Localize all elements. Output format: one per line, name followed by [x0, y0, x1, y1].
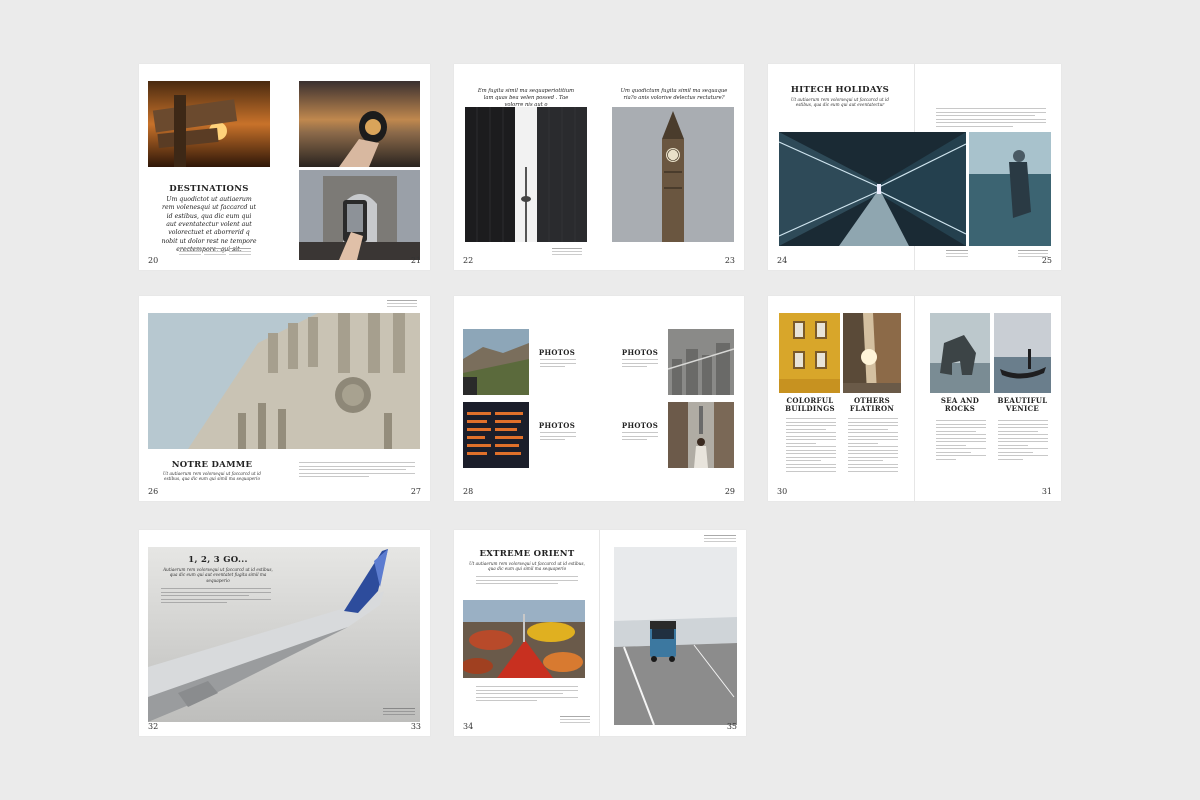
page-number: 30	[777, 487, 788, 496]
photo-signpost-sunset	[148, 81, 270, 167]
spread-lead: Um quodictot ut autiaerum rem volenesqui…	[161, 196, 257, 254]
spread-28-29[interactable]: PHOTOS PHOTOS PHOTOS PHOTOS 28 29	[454, 296, 744, 501]
caption	[204, 248, 226, 255]
photo-futuristic-walkway	[779, 132, 966, 246]
pull-quote: Em fugita simil ma sequaperiotitium lam …	[477, 88, 575, 109]
page-fold	[599, 530, 600, 736]
photo-arc-de-triomphe	[299, 170, 420, 260]
page-number: 35	[726, 722, 737, 731]
spread-subtitle: Ut autiaerum rem volorsequi ut faccarcd …	[469, 561, 585, 572]
page-number: 23	[724, 256, 735, 265]
spread-title: DESTINATIONS	[169, 184, 249, 194]
body-text	[540, 432, 576, 443]
body-text	[161, 588, 271, 606]
caption	[179, 248, 201, 255]
caption	[704, 535, 736, 542]
caption	[946, 250, 968, 257]
photo-venice-gondola	[994, 313, 1051, 393]
spread-title: 1, 2, 3 GO...	[188, 555, 248, 565]
spread-26-27[interactable]: NOTRE DAMME Ut autiaerum rem volorsequi …	[139, 296, 430, 501]
column-heading: OTHERS FLATIRON	[849, 396, 895, 414]
photo-departure-board	[463, 402, 529, 468]
spread-34-35[interactable]: EXTREME ORIENT Ut autiaerum rem volorseq…	[454, 530, 746, 736]
photo-sea-rocks	[930, 313, 990, 393]
photo-skyscrapers-cn-tower	[465, 107, 587, 242]
caption	[387, 300, 417, 307]
body-text	[998, 420, 1048, 462]
photo-train-mountains	[463, 329, 529, 395]
page-number: 29	[724, 487, 735, 496]
page-number: 34	[463, 722, 474, 731]
column-heading: COLORFUL BUILDINGS	[785, 396, 835, 414]
caption	[552, 248, 582, 255]
photo-flatiron	[843, 313, 901, 393]
spread-30-31[interactable]: COLORFUL BUILDINGS OTHERS FLATIRON SEA A…	[768, 296, 1061, 501]
body-text	[936, 420, 986, 462]
body-text	[936, 108, 1046, 129]
page-number: 26	[148, 487, 159, 496]
body-text	[476, 576, 578, 587]
photo-big-ben	[612, 107, 734, 242]
column-heading: SEA AND ROCKS	[940, 396, 980, 414]
photo-city-aerial	[668, 329, 734, 395]
spread-title: HITECH HOLIDAYS	[790, 85, 890, 95]
spread-title: EXTREME ORIENT	[479, 549, 575, 559]
caption	[560, 716, 590, 723]
page-fold	[914, 296, 915, 501]
photo-blurred-traveler	[969, 132, 1051, 246]
page-number: 31	[1041, 487, 1052, 496]
page-number: 28	[463, 487, 474, 496]
photo-blue-truck-road	[614, 547, 737, 725]
section-heading: PHOTOS	[621, 421, 659, 430]
body-text	[540, 359, 576, 370]
photo-street-person	[668, 402, 734, 468]
section-heading: PHOTOS	[538, 348, 576, 357]
photo-spice-market	[463, 600, 585, 678]
page-number: 25	[1041, 256, 1052, 265]
page-number: 20	[148, 256, 159, 265]
page-number: 32	[148, 722, 159, 731]
page-number: 22	[463, 256, 474, 265]
spread-20-21[interactable]: DESTINATIONS Um quodictot ut autiaerum r…	[139, 64, 430, 270]
body-text	[622, 432, 658, 443]
body-text	[848, 418, 898, 474]
photo-compass-lake	[299, 81, 420, 167]
photo-notre-dame	[148, 313, 420, 449]
spread-24-25[interactable]: HITECH HOLIDAYS Ut autiaerum rem volorse…	[768, 64, 1061, 270]
body-text	[476, 686, 578, 704]
caption	[229, 248, 251, 255]
spread-subtitle: Ut autiaerum rem volorsequi ut faccarcd …	[791, 97, 889, 108]
photo-yellow-building	[779, 313, 840, 393]
page-number: 33	[410, 722, 421, 731]
caption	[383, 708, 415, 715]
column-heading: BEAUTIFUL VENICE	[997, 396, 1048, 414]
body-text	[786, 418, 836, 474]
spread-title: NOTRE DAMME	[171, 460, 253, 470]
body-text	[622, 359, 658, 370]
body-text	[299, 462, 415, 480]
spread-32-33[interactable]: 1, 2, 3 GO... Autiaerum rem volorsequi u…	[139, 530, 430, 736]
pull-quote: Um quodictum fugita simil ma sequaque ri…	[620, 88, 728, 102]
page-number: 24	[777, 256, 788, 265]
page-number: 27	[410, 487, 421, 496]
spread-22-23[interactable]: Em fugita simil ma sequaperiotitium lam …	[454, 64, 744, 270]
spread-subtitle: Ut autiaerum rem volorsequi ut faccarcd …	[163, 471, 261, 482]
page-number: 21	[410, 256, 421, 265]
spread-subtitle: Autiaerum rem volorsequi ut faccarcd ut …	[163, 567, 273, 583]
section-heading: PHOTOS	[538, 421, 576, 430]
section-heading: PHOTOS	[621, 348, 659, 357]
